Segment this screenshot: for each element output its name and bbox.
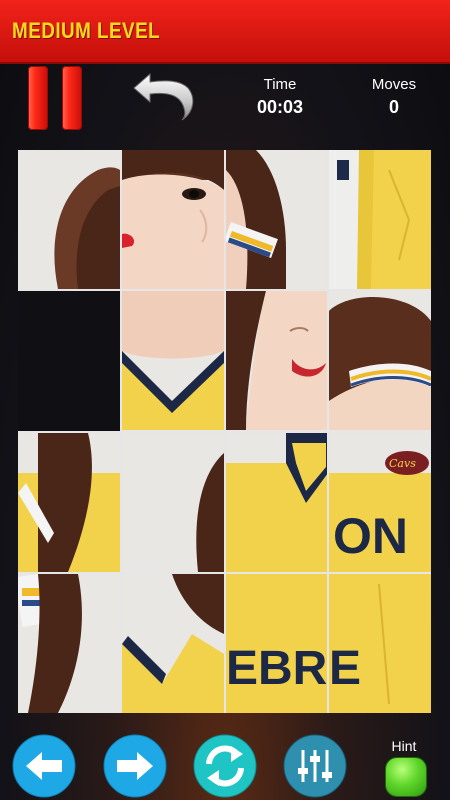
puzzle-tile[interactable]: Cavs ON bbox=[329, 432, 431, 572]
puzzle-tile[interactable]: E bbox=[329, 573, 431, 713]
puzzle-tile[interactable] bbox=[121, 573, 224, 713]
puzzle-tile[interactable] bbox=[18, 432, 120, 572]
shuffle-button[interactable] bbox=[193, 734, 257, 798]
pause-icon bbox=[28, 66, 48, 130]
time-label: Time bbox=[263, 76, 297, 93]
puzzle-tile[interactable] bbox=[121, 150, 224, 290]
puzzle-tile[interactable] bbox=[329, 291, 431, 431]
next-button[interactable] bbox=[103, 734, 167, 798]
puzzle-tile[interactable] bbox=[225, 150, 328, 290]
svg-text:Cavs: Cavs bbox=[389, 457, 416, 470]
svg-text:E: E bbox=[329, 642, 361, 695]
previous-button[interactable] bbox=[12, 734, 76, 798]
refresh-icon bbox=[193, 734, 257, 798]
puzzle-tile[interactable] bbox=[225, 432, 328, 572]
puzzle-board: Cavs ON EBR E bbox=[18, 150, 431, 713]
undo-button[interactable] bbox=[132, 64, 202, 122]
top-bar: MEDIUM LEVEL bbox=[0, 0, 450, 64]
puzzle-tile[interactable]: EBR bbox=[225, 573, 328, 713]
time-value: 00:03 bbox=[256, 97, 304, 117]
sliders-icon bbox=[283, 734, 347, 798]
puzzle-tile[interactable] bbox=[121, 291, 224, 431]
puzzle-tile[interactable] bbox=[18, 150, 120, 290]
pause-icon-bar bbox=[62, 66, 82, 130]
puzzle-tile[interactable] bbox=[225, 291, 328, 431]
pause-button[interactable] bbox=[28, 66, 84, 130]
hint-label: Hint bbox=[391, 738, 417, 754]
level-title: MEDIUM LEVEL bbox=[12, 18, 161, 43]
moves-value: 0 bbox=[388, 97, 399, 117]
puzzle-tile[interactable] bbox=[18, 573, 120, 713]
puzzle-tile[interactable] bbox=[121, 432, 224, 572]
moves-label: Moves bbox=[371, 76, 417, 93]
arrow-right-icon bbox=[103, 734, 167, 798]
empty-tile bbox=[18, 291, 120, 431]
undo-icon bbox=[133, 72, 194, 121]
settings-button[interactable] bbox=[283, 734, 347, 798]
puzzle-tile[interactable] bbox=[329, 150, 431, 290]
svg-text:ON: ON bbox=[333, 508, 408, 564]
svg-text:EBR: EBR bbox=[226, 642, 327, 695]
hint-button[interactable] bbox=[385, 757, 427, 797]
arrow-left-icon bbox=[12, 734, 76, 798]
